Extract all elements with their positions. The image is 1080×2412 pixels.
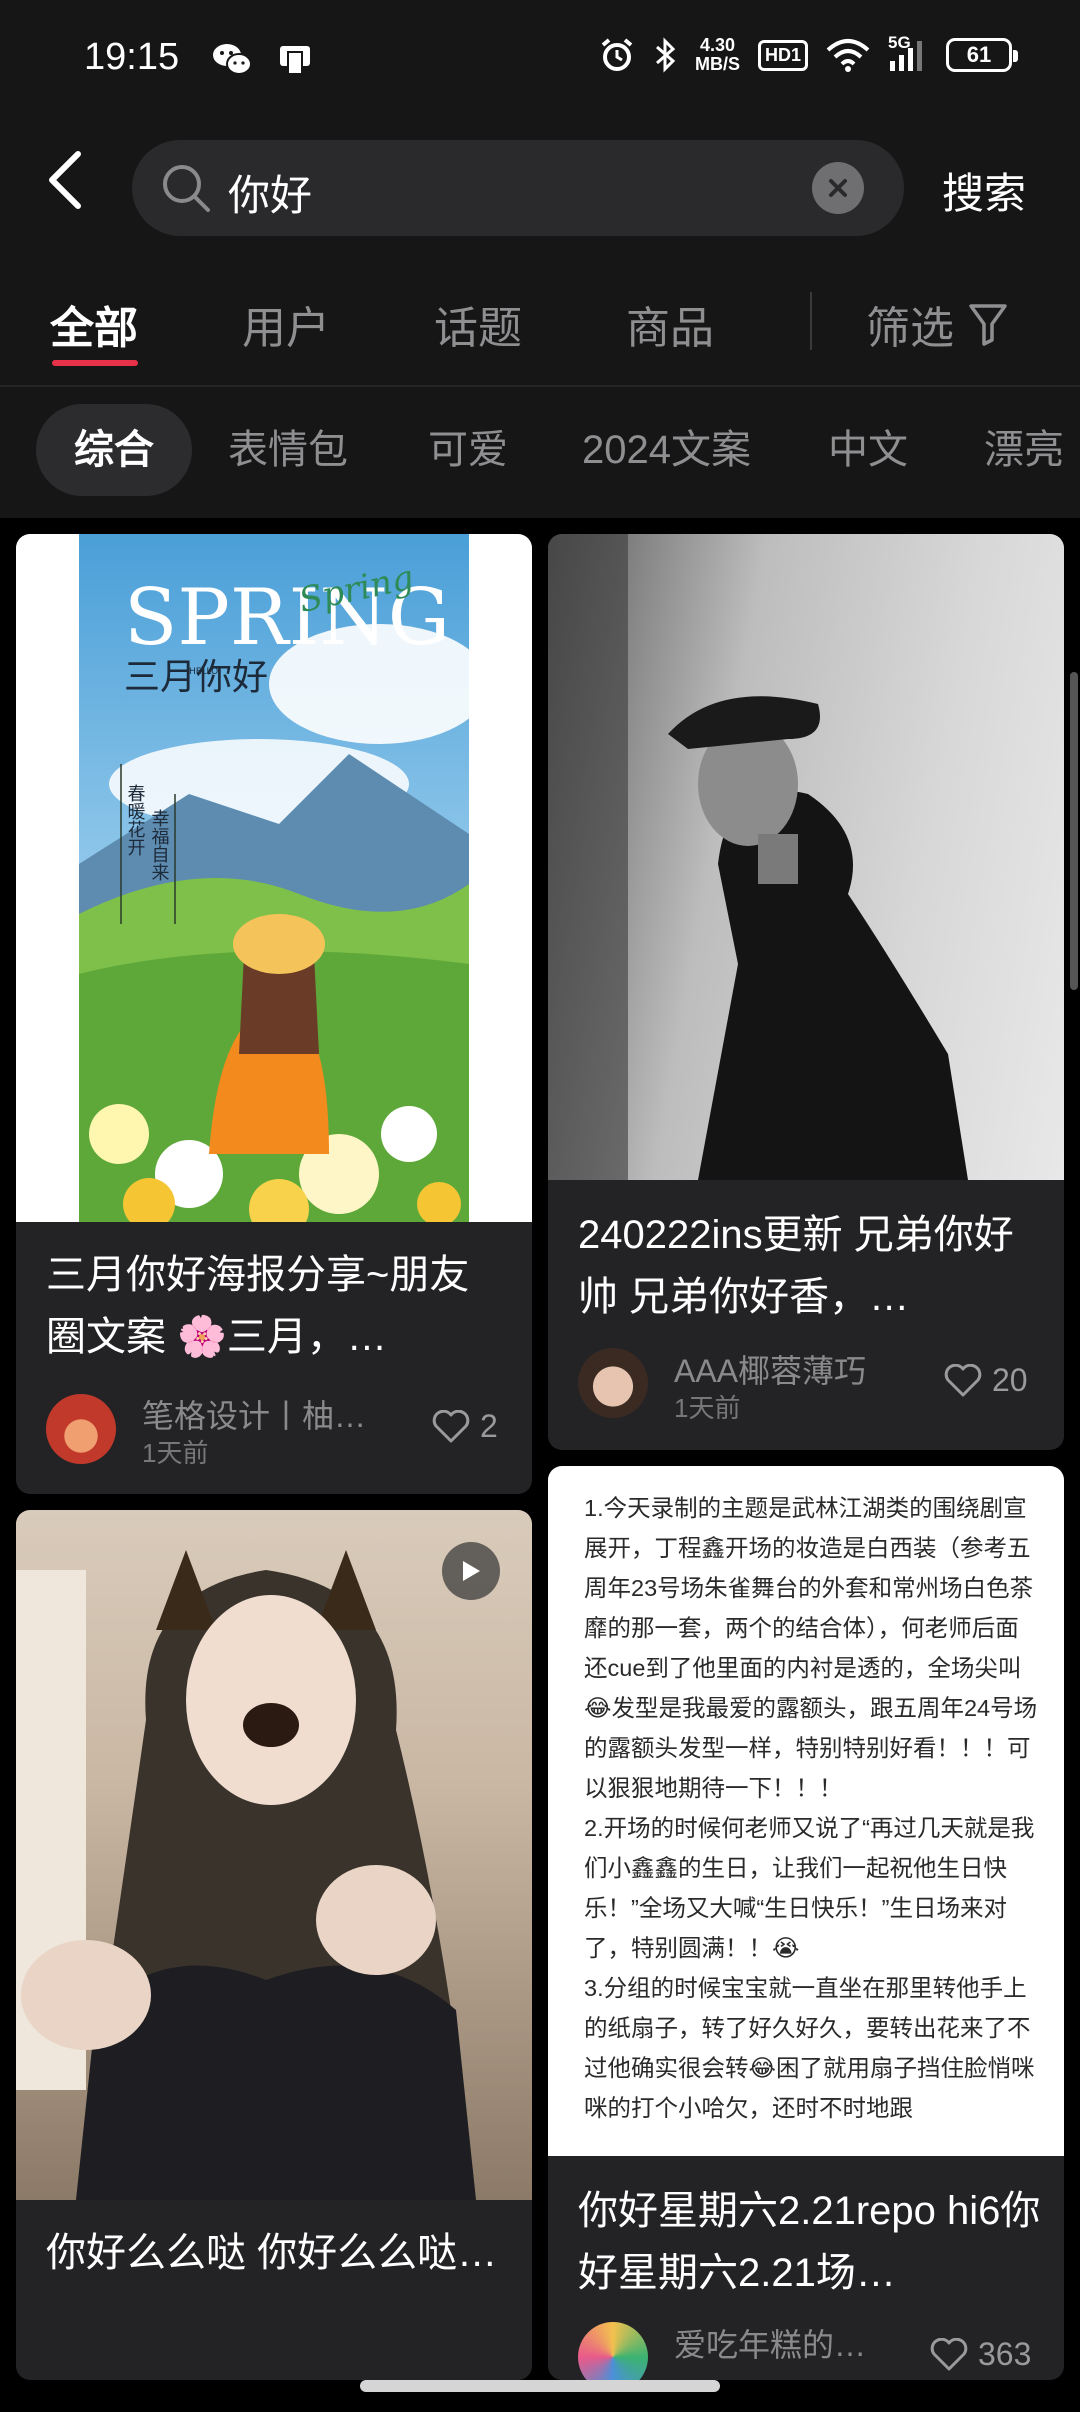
poster-vertical-2: 幸福自来	[149, 809, 170, 881]
chip-chinese[interactable]: 中文	[828, 404, 908, 496]
result-type-tabs: 全部 用户 话题 商品 筛选	[0, 280, 1080, 390]
chevron-left-icon	[49, 151, 81, 209]
card-cover-image	[548, 534, 1064, 1180]
filter-funnel-icon	[969, 304, 1007, 346]
search-input[interactable]: 你好	[228, 162, 312, 223]
author-avatar	[578, 1348, 648, 1418]
battery-indicator: 61	[946, 38, 1018, 72]
heart-icon	[944, 1363, 982, 1396]
like-count-value: 363	[978, 2336, 1032, 2372]
tab-divider	[810, 292, 812, 350]
spring-poster-illustration: SPRING Spring 三月你好 HELLO 春暖花开 幸福自来	[79, 534, 469, 1222]
play-button[interactable]	[442, 1542, 500, 1600]
card-cover-text-image: 1.今天录制的主题是武林江湖类的围绕剧宣展开，丁程鑫开场的妆造是白西装（参考五周…	[548, 1466, 1064, 2156]
heart-icon	[930, 2337, 968, 2370]
tab-topics[interactable]: 话题	[434, 292, 522, 356]
card-title: 你好星期六2.21repo hi6你好星期六2.21场…	[578, 2189, 1041, 2295]
wifi-icon	[826, 39, 870, 72]
heart-icon	[432, 1409, 470, 1442]
card-title: 你好么么哒 你好么么哒…	[46, 2231, 498, 2275]
search-box[interactable]: 你好	[132, 140, 904, 236]
divider	[0, 385, 1080, 387]
network-speed: 4.30 MB/S	[694, 35, 740, 74]
keyword-chips: 综合 表情包 可爱 2024文案 中文 漂亮	[0, 404, 1080, 496]
card-cover-video	[16, 1510, 532, 2200]
close-icon	[829, 179, 847, 197]
status-time: 19:15	[84, 36, 180, 78]
clear-search-button[interactable]	[812, 162, 864, 214]
back-button[interactable]	[44, 150, 104, 230]
poster-hello: HELLO	[189, 667, 218, 677]
search-icon	[163, 165, 210, 212]
chip-comprehensive[interactable]: 综合	[36, 404, 192, 496]
result-card[interactable]: 240222ins更新 兄弟你好帅 兄弟你好香，… AAA椰蓉薄巧 1天前 20	[548, 534, 1064, 1450]
note-text: 1.今天录制的主题是武林江湖类的围绕剧宣展开，丁程鑫开场的妆造是白西装（参考五周…	[584, 1488, 1042, 2128]
video-thumbnail	[16, 1550, 476, 2200]
like-count-value: 2	[480, 1408, 498, 1444]
scrollbar-thumb[interactable]	[1070, 672, 1078, 990]
chip-2024-copy[interactable]: 2024文案	[582, 404, 751, 496]
result-card[interactable]: 你好么么哒 你好么么哒…	[16, 1510, 532, 2380]
poster-vertical-1: 春暖花开	[125, 784, 146, 856]
tab-products[interactable]: 商品	[626, 292, 714, 356]
wechat-icon	[213, 44, 252, 75]
card-title: 三月你好海报分享~朋友圈文案 🌸三月，…	[46, 1253, 470, 1359]
post-time: 1天前	[142, 1438, 209, 1468]
note-paragraph: 3.分组的时候宝宝就一直坐在那里转他手上的纸扇子，转了好久好久，要转出花来了不过…	[584, 1975, 1035, 2121]
chip-cute[interactable]: 可爱	[428, 404, 508, 496]
portrait-photo	[548, 534, 968, 1180]
note-paragraph: 1.今天录制的主题是武林江湖类的围绕剧宣展开，丁程鑫开场的妆造是白西装（参考五周…	[584, 1495, 1038, 1801]
like-count[interactable]: 363	[930, 2336, 1031, 2373]
author-name: 爱吃年糕的…	[674, 2327, 867, 2363]
active-tab-indicator	[52, 360, 138, 366]
chip-stickers[interactable]: 表情包	[228, 404, 348, 496]
tab-users[interactable]: 用户	[242, 292, 330, 356]
author-name: AAA椰蓉薄巧	[674, 1353, 867, 1389]
chip-pretty[interactable]: 漂亮	[984, 404, 1064, 496]
signal-bars-icon	[890, 41, 922, 71]
app-notification-icon	[280, 46, 310, 75]
tab-all[interactable]: 全部	[50, 292, 138, 356]
author-avatar	[578, 2322, 648, 2380]
author-name: 笔格设计丨柚…	[142, 1398, 367, 1434]
home-indicator[interactable]	[360, 2380, 720, 2392]
author-avatar	[46, 1394, 116, 1464]
poster-subtitle: 三月你好	[124, 657, 268, 698]
like-count-value: 20	[992, 1362, 1028, 1398]
alarm-icon	[601, 38, 633, 71]
play-icon	[463, 1561, 480, 1581]
bluetooth-icon	[655, 37, 676, 73]
result-card[interactable]: 1.今天录制的主题是武林江湖类的围绕剧宣展开，丁程鑫开场的妆造是白西装（参考五周…	[548, 1466, 1064, 2380]
system-icons: 4.30 MB/S HD1 5G 61	[599, 33, 1018, 74]
status-bar: 19:15 4.30 MB/S HD1 5G 61	[0, 0, 1080, 120]
filter-button[interactable]: 筛选	[866, 292, 1008, 356]
search-submit-button[interactable]: 搜索	[942, 160, 1026, 221]
like-count[interactable]: 20	[944, 1362, 1028, 1399]
hd-voice-badge: HD1	[757, 39, 808, 71]
cellular-signal: 5G	[888, 33, 928, 73]
card-title: 240222ins更新 兄弟你好帅 兄弟你好香，…	[578, 1213, 1014, 1319]
card-cover-image: SPRING Spring 三月你好 HELLO 春暖花开 幸福自来	[16, 534, 532, 1222]
like-count[interactable]: 2	[432, 1408, 498, 1445]
filter-label: 筛选	[866, 304, 954, 353]
result-card[interactable]: SPRING Spring 三月你好 HELLO 春暖花开 幸福自来 三月你好海…	[16, 534, 532, 1494]
post-time: 1天前	[674, 1393, 741, 1423]
note-paragraph: 2.开场的时候何老师又说了“再过几天就是我们小鑫鑫的生日，让我们一起祝他生日快乐…	[584, 1815, 1035, 1961]
notification-icons	[212, 42, 312, 76]
